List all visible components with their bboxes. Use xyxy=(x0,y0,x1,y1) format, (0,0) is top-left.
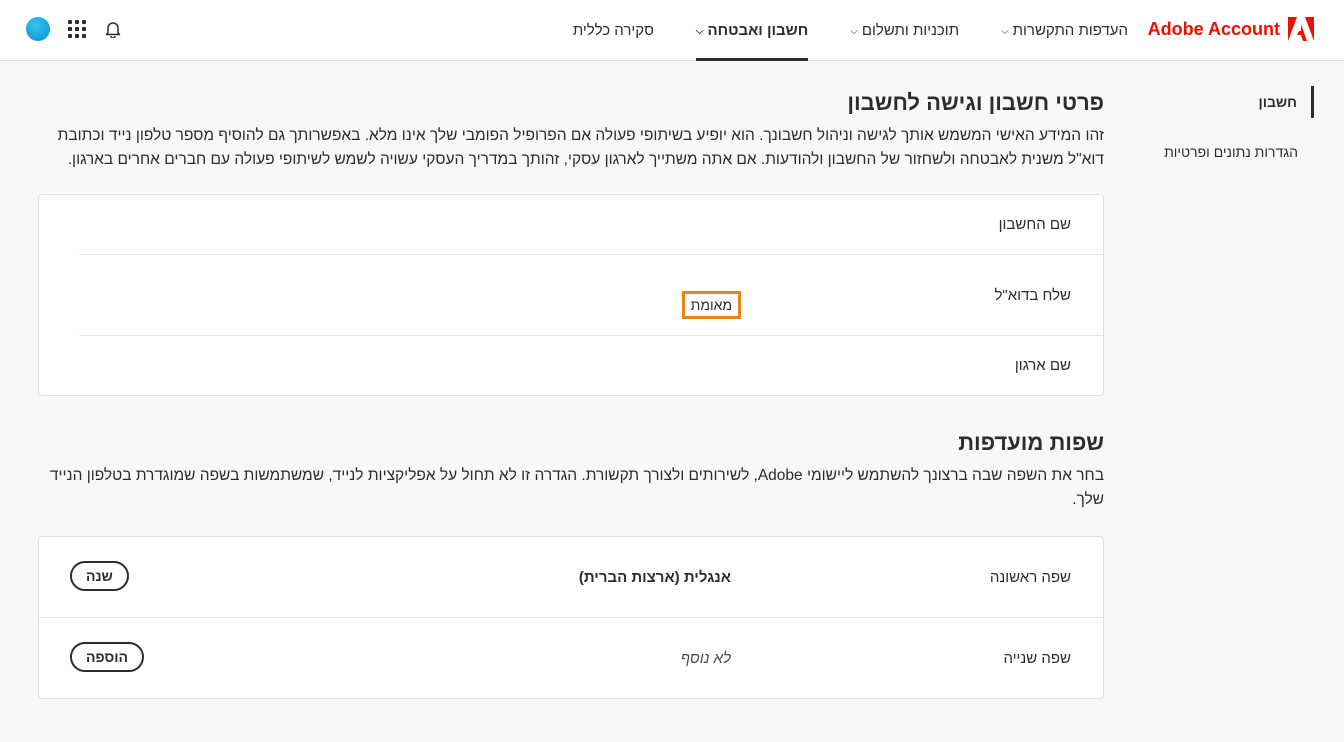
add-language-button[interactable]: הוספה xyxy=(70,642,144,672)
sidebar-item-data-privacy[interactable]: הגדרות נתונים ופרטיות xyxy=(1164,136,1314,168)
primary-language-value: אנגלית (ארצות הברית) xyxy=(578,568,731,586)
languages-section-title: שפות מועדפות xyxy=(958,430,1104,455)
apps-grid-icon[interactable] xyxy=(68,20,86,38)
nav-account-security[interactable]: חשבון ואבטחה ⌵ xyxy=(695,0,809,61)
nav-communication-preferences[interactable]: העדפות התקשרות ⌵ xyxy=(1001,0,1128,60)
nav-plans-payment[interactable]: תוכניות ותשלום ⌵ xyxy=(850,0,959,60)
brand[interactable]: Adobe Account xyxy=(1148,16,1314,42)
chevron-down-icon: ⌵ xyxy=(850,25,858,37)
account-section-title: פרטי חשבון וגישה לחשבון xyxy=(847,90,1104,115)
nav-overview[interactable]: סקירה כללית xyxy=(573,0,654,60)
account-name-label: שם החשבון xyxy=(998,216,1071,233)
verified-badge: מאומת xyxy=(681,291,741,319)
email-label: שלח בדוא"ל xyxy=(994,286,1071,304)
languages-card: שפה ראשונה אנגלית (ארצות הברית) שנה שפה … xyxy=(38,536,1104,699)
account-details-card: שם החשבון שלח בדוא"ל מאומת שם ארגון xyxy=(38,194,1104,396)
email-row[interactable]: שלח בדוא"ל מאומת xyxy=(79,255,1103,336)
main-nav: סקירה כללית חשבון ואבטחה ⌵ תוכניות ותשלו… xyxy=(531,0,1128,61)
organization-label: שם ארגון xyxy=(1014,357,1071,374)
change-language-button[interactable]: שנה xyxy=(70,561,129,591)
main-content: פרטי חשבון וגישה לחשבון זהו המידע האישי … xyxy=(38,90,1104,699)
avatar[interactable] xyxy=(26,17,50,41)
secondary-language-label: שפה שנייה xyxy=(1003,649,1071,667)
top-header: Adobe Account סקירה כללית חשבון ואבטחה ⌵… xyxy=(0,0,1344,61)
secondary-language-row: שפה שנייה לא נוסף הוספה xyxy=(39,618,1103,698)
brand-name: Adobe Account xyxy=(1147,18,1280,39)
adobe-logo-icon xyxy=(1288,17,1314,41)
account-name-row[interactable]: שם החשבון xyxy=(79,195,1103,255)
chevron-down-icon: ⌵ xyxy=(695,25,704,37)
primary-language-label: שפה ראשונה xyxy=(989,568,1071,586)
primary-language-row: שפה ראשונה אנגלית (ארצות הברית) שנה xyxy=(39,537,1103,618)
secondary-language-value: לא נוסף xyxy=(680,649,731,667)
sidebar-item-account[interactable]: חשבון xyxy=(1164,86,1314,118)
languages-section-description: בחר את השפה שבה ברצונך להשתמש ליישומי Ad… xyxy=(49,467,1104,508)
account-section-description: זהו המידע האישי המשמש אותך לגישה וניהול … xyxy=(57,127,1104,168)
header-actions xyxy=(26,16,122,42)
bell-icon[interactable] xyxy=(104,20,122,38)
chevron-down-icon: ⌵ xyxy=(1001,25,1009,37)
side-nav: חשבון הגדרות נתונים ופרטיות xyxy=(1164,86,1314,168)
organization-row[interactable]: שם ארגון xyxy=(79,336,1103,395)
